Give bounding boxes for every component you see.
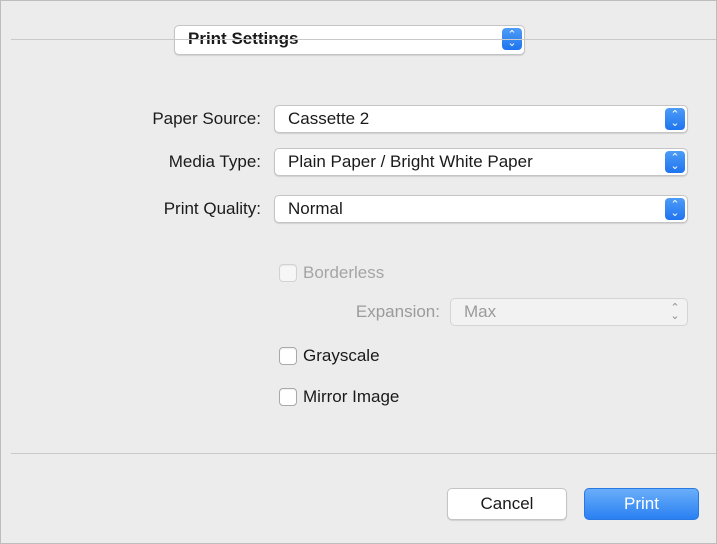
grayscale-label: Grayscale [303, 346, 380, 365]
mirror-image-checkbox[interactable] [279, 388, 297, 406]
print-button[interactable]: Print [584, 488, 699, 520]
paper-source-value: Cassette 2 [288, 109, 370, 128]
media-type-value: Plain Paper / Bright White Paper [288, 152, 533, 171]
top-divider [11, 39, 716, 40]
bottom-divider [11, 453, 716, 454]
up-down-chevron-icon: ⌃ ⌄ [665, 108, 685, 130]
print-dialog: Print Settings ⌃ ⌄ Paper Source: Cassette… [0, 0, 717, 544]
cancel-button[interactable]: Cancel [447, 488, 567, 520]
mirror-image-checkbox-row[interactable]: Mirror Image [279, 387, 399, 407]
media-type-popup[interactable]: Plain Paper / Bright White Paper ⌃ ⌄ [274, 148, 688, 176]
borderless-label: Borderless [303, 263, 385, 282]
media-type-label: Media Type: [168, 152, 261, 171]
expansion-popup: Max ⌃ ⌄ [450, 298, 688, 326]
paper-source-label: Paper Source: [152, 109, 261, 128]
print-quality-label: Print Quality: [163, 199, 261, 218]
print-quality-value: Normal [288, 199, 343, 218]
print-quality-popup[interactable]: Normal ⌃ ⌄ [274, 195, 688, 223]
up-down-chevron-icon: ⌃ ⌄ [670, 302, 680, 322]
print-settings-popup[interactable]: Print Settings ⌃ ⌄ [174, 25, 525, 55]
up-down-chevron-icon: ⌃ ⌄ [665, 198, 685, 220]
paper-source-popup[interactable]: Cassette 2 ⌃ ⌄ [274, 105, 688, 133]
expansion-value: Max [464, 302, 497, 321]
expansion-label: Expansion: [355, 302, 440, 321]
up-down-chevron-icon: ⌃ ⌄ [665, 151, 685, 173]
borderless-checkbox [279, 264, 297, 282]
grayscale-checkbox[interactable] [279, 347, 297, 365]
mirror-image-label: Mirror Image [303, 387, 400, 406]
grayscale-checkbox-row[interactable]: Grayscale [279, 346, 380, 366]
borderless-checkbox-row: Borderless [279, 263, 384, 283]
